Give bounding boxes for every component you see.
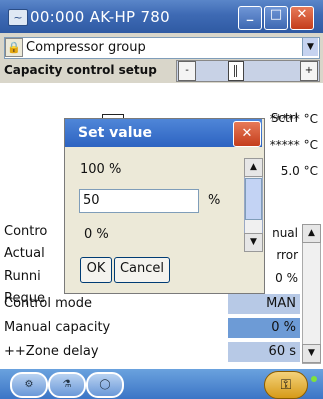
- value-input[interactable]: 50: [79, 189, 199, 213]
- row-value-manual-capacity[interactable]: 0 %: [228, 318, 300, 338]
- slider-thumb[interactable]: [228, 61, 244, 81]
- close-icon: ✕: [241, 126, 253, 141]
- slider-increase-button[interactable]: +: [300, 61, 318, 81]
- dialog-scroll-up-button[interactable]: ▲: [244, 158, 263, 177]
- row-label-manual-capacity: Manual capacity: [4, 320, 111, 335]
- capacity-control-title: Capacity control setup: [4, 63, 157, 77]
- minimize-button[interactable]: _: [238, 6, 262, 30]
- row-label-control-mode: Control mode: [4, 296, 92, 311]
- dialog-unit: %: [208, 193, 221, 208]
- dialog-close-button[interactable]: ✕: [233, 121, 261, 147]
- scroll-down-button[interactable]: ▼: [302, 344, 321, 363]
- row-label-zone-delay: ++Zone delay: [4, 344, 99, 359]
- device-tool-button[interactable]: ⚗: [48, 372, 86, 398]
- row-label-control: Contro: [4, 224, 48, 239]
- slider-decrease-button[interactable]: -: [178, 61, 196, 81]
- app-icon: ~: [8, 9, 28, 26]
- dialog-max-label: 100 %: [80, 162, 122, 177]
- list-scrollbar[interactable]: [302, 224, 321, 364]
- compressor-tool-button[interactable]: ⚙: [10, 372, 48, 398]
- dialog-scroll-down-button[interactable]: ▼: [244, 233, 263, 252]
- row-label-actual: Actual: [4, 246, 45, 261]
- row-label-running: Runni: [4, 269, 41, 284]
- group-combo-value: Compressor group: [26, 40, 146, 55]
- cancel-button[interactable]: Cancel: [114, 257, 170, 283]
- lock-icon[interactable]: 🔒: [5, 38, 23, 57]
- window-title: 00:000 AK-HP 780: [30, 8, 170, 26]
- maximize-button[interactable]: □: [264, 6, 288, 30]
- status-led: [311, 376, 317, 382]
- alarm-tool-button[interactable]: ◯: [86, 372, 124, 398]
- capacity-slider[interactable]: [176, 60, 320, 82]
- dialog-scroll-thumb[interactable]: [245, 178, 262, 220]
- close-button[interactable]: ✕: [290, 6, 314, 30]
- ok-button[interactable]: OK: [80, 257, 112, 283]
- dialog-title: Set value: [78, 125, 152, 141]
- minimize-icon: _: [246, 7, 254, 22]
- row-value-zone-delay[interactable]: 60 s: [228, 342, 300, 362]
- close-icon: ✕: [296, 7, 308, 22]
- scroll-up-button[interactable]: ▲: [302, 224, 321, 243]
- key-button[interactable]: ⚿: [264, 371, 308, 399]
- chevron-down-icon[interactable]: ▼: [302, 38, 318, 56]
- key-icon: ⚿: [280, 377, 292, 393]
- maximize-icon: □: [269, 7, 283, 22]
- row-value-control-mode[interactable]: MAN: [228, 294, 300, 314]
- dialog-min-label: 0 %: [84, 227, 109, 242]
